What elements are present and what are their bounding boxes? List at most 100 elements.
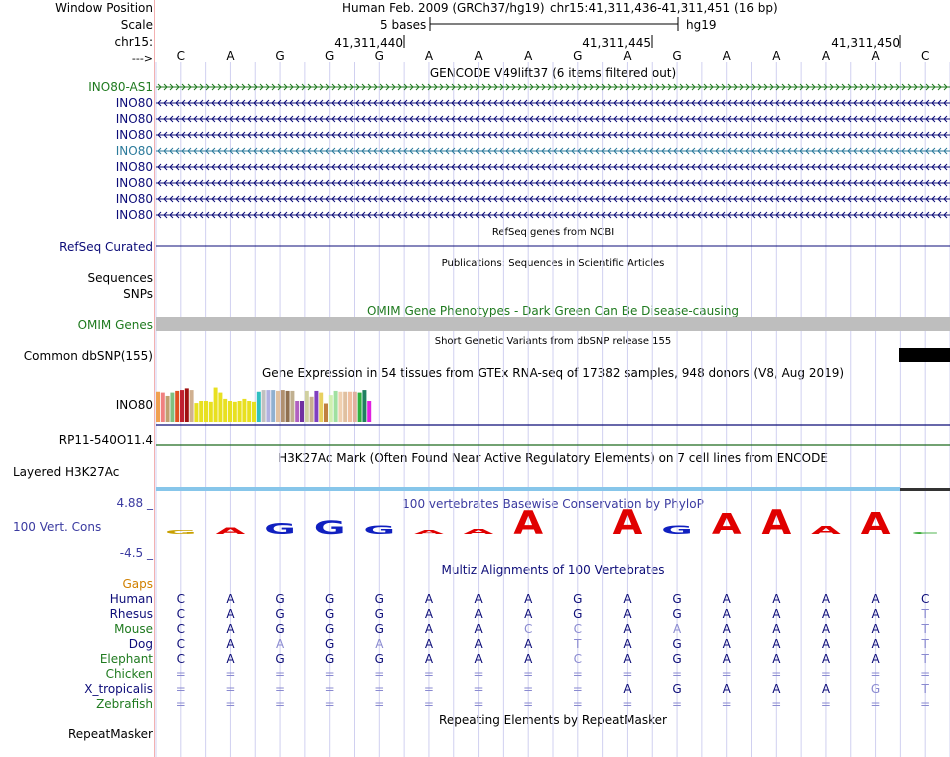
alignment-base: G: [325, 622, 334, 636]
conservation-letter: A: [761, 502, 791, 542]
h3k27ac-signal: [156, 487, 900, 491]
gtex-tissue-bar: [304, 390, 309, 422]
base-letter: A: [772, 49, 781, 63]
conservation-letter: A: [712, 508, 743, 542]
alignment-base: =: [920, 697, 930, 711]
alignment-base: =: [523, 682, 533, 696]
conservation-letter: G: [165, 530, 197, 536]
gtex-tissue-bar: [194, 403, 199, 422]
base-letter: A: [425, 49, 434, 63]
alignment-base: G: [275, 622, 284, 636]
tracks-canvas: C A G G G A A A G A G A A A A CG A G G G A A A A G A A A A CC A G G G A A A G…: [154, 0, 950, 757]
gtex-tissue-bar: [247, 401, 252, 422]
alignment-base: T: [921, 622, 930, 636]
conservation-letter: G: [364, 523, 396, 537]
gtex-tissue-bar: [213, 387, 218, 422]
gtex-tissue-bar: [228, 401, 232, 422]
alignment-base: A: [623, 637, 632, 651]
alignment-base: A: [723, 592, 732, 606]
alignment-base: =: [722, 697, 732, 711]
alignment-base: =: [176, 697, 186, 711]
alignment-base: A: [723, 682, 732, 696]
alignment-base: A: [623, 652, 632, 666]
base-letter: G: [375, 49, 384, 63]
alignment-base: G: [672, 652, 681, 666]
alignment-base: =: [275, 667, 285, 681]
alignment-base: =: [474, 697, 484, 711]
gtex-tissue-bar: [352, 391, 357, 422]
gtex-tissue-bar: [199, 401, 204, 422]
gtex-tissue-bar: [348, 391, 352, 422]
base-letter: A: [474, 49, 483, 63]
gtex-tissue-bar: [319, 392, 324, 422]
alignment-base: =: [871, 667, 881, 681]
alignment-base: T: [921, 652, 930, 666]
alignment-base: =: [771, 697, 781, 711]
alignment-base: A: [822, 592, 831, 606]
alignment-base: A: [276, 637, 285, 651]
conservation-letter: A: [513, 505, 543, 542]
gtex-tissue-bar: [170, 392, 175, 422]
alignment-base: T: [921, 637, 930, 651]
alignment-base: A: [871, 622, 880, 636]
alignment-base: A: [772, 622, 781, 636]
alignment-base: A: [871, 592, 880, 606]
alignment-base: C: [177, 652, 185, 666]
gtex-tissue-bar: [175, 390, 180, 422]
h3k27ac-signal-dark: [900, 488, 950, 491]
alignment-base: =: [474, 682, 484, 696]
alignment-base: A: [474, 637, 483, 651]
alignment-base: A: [822, 607, 831, 621]
alignment-base: A: [871, 637, 880, 651]
alignment-base: =: [771, 667, 781, 681]
alignment-base: A: [474, 652, 483, 666]
base-letter: G: [672, 49, 681, 63]
base-letter: A: [871, 49, 880, 63]
gtex-tissue-bar: [314, 390, 319, 422]
alignment-base: G: [375, 622, 384, 636]
gtex-tissue-bar: [160, 392, 165, 422]
base-letter: G: [573, 49, 582, 63]
gtex-tissue-bar: [156, 391, 160, 422]
alignment-base: A: [524, 592, 533, 606]
alignment-base: A: [723, 607, 732, 621]
alignment-base: C: [177, 592, 185, 606]
alignment-base: A: [425, 607, 434, 621]
alignment-base: G: [325, 607, 334, 621]
alignment-base: T: [921, 682, 930, 696]
alignment-base: =: [821, 697, 831, 711]
dbsnp-variant: [899, 348, 950, 362]
gtex-tissue-bar: [184, 388, 189, 422]
alignment-base: A: [772, 637, 781, 651]
alignment-base: A: [723, 652, 732, 666]
conservation-letter: A: [216, 526, 246, 536]
alignment-base: A: [474, 592, 483, 606]
alignment-base: =: [374, 667, 384, 681]
alignment-base: G: [672, 607, 681, 621]
alignment-base: =: [176, 667, 186, 681]
alignment-base: =: [225, 697, 235, 711]
gtex-tissue-bar: [189, 390, 194, 422]
gtex-tissue-bar: [204, 401, 208, 422]
base-letter: G: [325, 49, 334, 63]
alignment-base: =: [920, 667, 930, 681]
alignment-base: =: [523, 697, 533, 711]
alignment-base: G: [573, 607, 582, 621]
alignment-base: =: [275, 682, 285, 696]
alignment-base: A: [772, 652, 781, 666]
conservation-letter: A: [811, 525, 841, 537]
alignment-base: =: [325, 667, 335, 681]
alignment-base: =: [225, 667, 235, 681]
alignment-base: T: [573, 637, 582, 651]
alignment-base: C: [524, 622, 532, 636]
base-letter: A: [623, 49, 632, 63]
alignment-base: C: [574, 652, 582, 666]
alignment-base: G: [672, 682, 681, 696]
base-letter: A: [723, 49, 732, 63]
alignment-base: =: [622, 697, 632, 711]
base-letter: C: [921, 49, 929, 63]
alignment-base: G: [275, 652, 284, 666]
alignment-base: G: [325, 637, 334, 651]
gtex-tissue-bar: [285, 390, 290, 422]
conservation-letter: A: [861, 507, 891, 542]
